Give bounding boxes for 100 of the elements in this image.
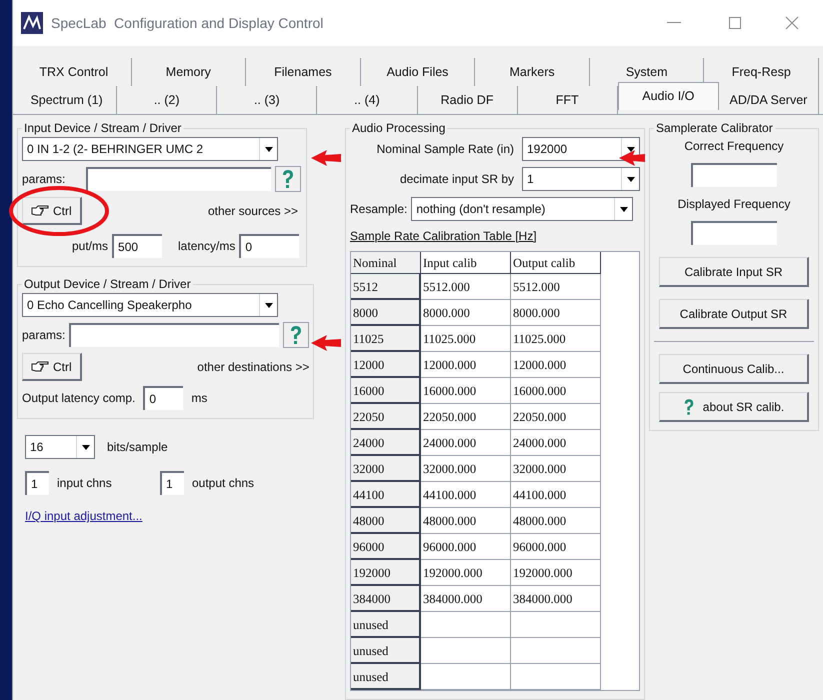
input-chns-field[interactable]: 1	[25, 471, 49, 495]
iq-adjustment-link[interactable]: I/Q input adjustment...	[25, 507, 299, 525]
pointing-hand-icon	[31, 204, 49, 216]
table-cell: 12000.000	[421, 352, 511, 378]
table-cell: 44100.000	[421, 482, 511, 508]
field-label: params:	[22, 327, 66, 344]
tab[interactable]: Radio DF	[418, 86, 518, 114]
other-sources-link[interactable]: other sources >>	[208, 202, 302, 220]
table-title: Sample Rate Calibration Table [Hz]	[350, 228, 538, 245]
correct-frequency-field[interactable]	[691, 163, 777, 187]
tab[interactable]: AD/DA Server	[718, 86, 819, 114]
help-icon	[682, 398, 695, 416]
tab[interactable]: .. (3)	[217, 86, 318, 114]
table-cell: 5512.000	[421, 274, 511, 300]
table-cell: 32000.000	[511, 456, 601, 482]
table-cell: 48000.000	[511, 508, 601, 534]
field-label: Resample:	[350, 201, 408, 218]
tab[interactable]: Audio I/O	[618, 82, 719, 110]
tab[interactable]: .. (4)	[317, 86, 418, 114]
table-cell: 32000	[351, 456, 421, 482]
column-header: Output calib	[511, 252, 601, 274]
bits-dropdown[interactable]: 16	[25, 435, 95, 459]
field-label: Nominal Sample Rate (in)	[376, 141, 514, 158]
table-cell: 384000.000	[511, 586, 601, 612]
group-title: Output Device / Stream / Driver	[23, 276, 192, 293]
sample-rate-dropdown[interactable]: 192000	[522, 137, 640, 161]
resample-dropdown[interactable]: nothing (don't resample)	[411, 197, 634, 221]
group-title: Input Device / Stream / Driver	[23, 120, 182, 137]
dropdown-caret-icon	[82, 444, 90, 450]
unit-label: ms	[191, 390, 208, 407]
table-cell: 384000	[351, 586, 421, 612]
table-cell: 24000	[351, 430, 421, 456]
table-cell: 12000	[351, 352, 421, 378]
help-icon[interactable]	[283, 322, 310, 348]
group-title: Audio Processing	[351, 120, 446, 137]
field-label: Displayed Frequency	[678, 196, 790, 213]
annotation-arrow	[311, 334, 341, 352]
calibrate-button[interactable]: Calibrate Output SR	[659, 299, 809, 329]
table-cell: 32000.000	[421, 456, 511, 482]
annotation-arrow	[619, 149, 645, 167]
tab[interactable]: .. (2)	[117, 86, 218, 114]
annotation-arrow	[311, 149, 341, 167]
continuous-calib-button[interactable]: Continuous Calib...	[659, 354, 809, 384]
field-label: input chns	[57, 475, 113, 492]
params-field[interactable]	[69, 323, 280, 347]
ctrl-button[interactable]: Ctrl	[22, 353, 82, 381]
help-icon[interactable]	[275, 166, 301, 192]
about-sr-calib-button[interactable]: about SR calib.	[659, 392, 809, 422]
table-cell: 12000.000	[511, 352, 601, 378]
table-cell: 24000.000	[421, 430, 511, 456]
output-latency-field[interactable]: 0	[143, 386, 184, 410]
displayed-frequency-field[interactable]	[691, 221, 777, 245]
calibrate-button[interactable]: Calibrate Input SR	[659, 257, 809, 287]
maximize-icon[interactable]	[729, 17, 741, 29]
ctrl-button[interactable]: Ctrl	[22, 197, 82, 225]
latency-field[interactable]: 0	[239, 234, 300, 258]
field-label: latency/ms	[178, 238, 236, 255]
minimize-icon[interactable]	[667, 22, 681, 24]
field-label: output chns	[192, 475, 254, 492]
table-cell: 96000.000	[421, 534, 511, 560]
tab[interactable]: Markers	[475, 58, 590, 86]
tab[interactable]: Audio Files	[360, 58, 476, 86]
tab[interactable]: TRX Control	[17, 58, 132, 86]
table-cell: 192000	[351, 560, 421, 586]
close-icon[interactable]	[785, 16, 799, 30]
field-label: put/ms	[72, 238, 108, 255]
column-header: Nominal	[351, 252, 421, 274]
input-device-dropdown[interactable]: 0 IN 1-2 (2- BEHRINGER UMC 2	[22, 137, 278, 161]
output-chns-field[interactable]: 1	[160, 471, 184, 495]
table-cell: unused	[351, 638, 421, 664]
buffer-field[interactable]: 500	[112, 234, 162, 258]
dropdown-caret-icon	[264, 146, 272, 152]
table-cell: 11025.000	[511, 326, 601, 352]
window-title: SpecLab Configuration and Display Control	[51, 14, 324, 33]
app-logo-icon	[21, 12, 43, 34]
table-cell: unused	[351, 664, 421, 690]
tab[interactable]: Spectrum (1)	[17, 86, 118, 114]
tab[interactable]: Memory	[132, 58, 246, 86]
table-cell: 96000	[351, 534, 421, 560]
pointing-hand-icon	[31, 360, 49, 372]
table-cell: 11025	[351, 326, 421, 352]
table-cell: 44100	[351, 482, 421, 508]
other-destinations-link[interactable]: other destinations >>	[197, 358, 310, 376]
field-label: bits/sample	[107, 439, 168, 456]
tab[interactable]: Filenames	[246, 58, 361, 86]
table-cell: unused	[351, 612, 421, 638]
params-field[interactable]	[86, 167, 271, 191]
table-cell: 16000.000	[421, 378, 511, 404]
output-device-dropdown[interactable]: 0 Echo Cancelling Speakerpho	[22, 293, 278, 317]
table-cell: 22050.000	[511, 404, 601, 430]
field-label: Output latency comp.	[22, 390, 136, 407]
dropdown-caret-icon	[264, 302, 272, 308]
table-cell: 5512	[351, 274, 421, 300]
table-cell: 16000	[351, 378, 421, 404]
field-label: decimate input SR by	[400, 171, 514, 188]
sample-rate-dropdown[interactable]: 1	[522, 167, 640, 191]
dropdown-caret-icon	[626, 176, 634, 182]
table-cell: 192000.000	[511, 560, 601, 586]
group-title: Samplerate Calibrator	[655, 120, 774, 137]
table-cell: 22050	[351, 404, 421, 430]
